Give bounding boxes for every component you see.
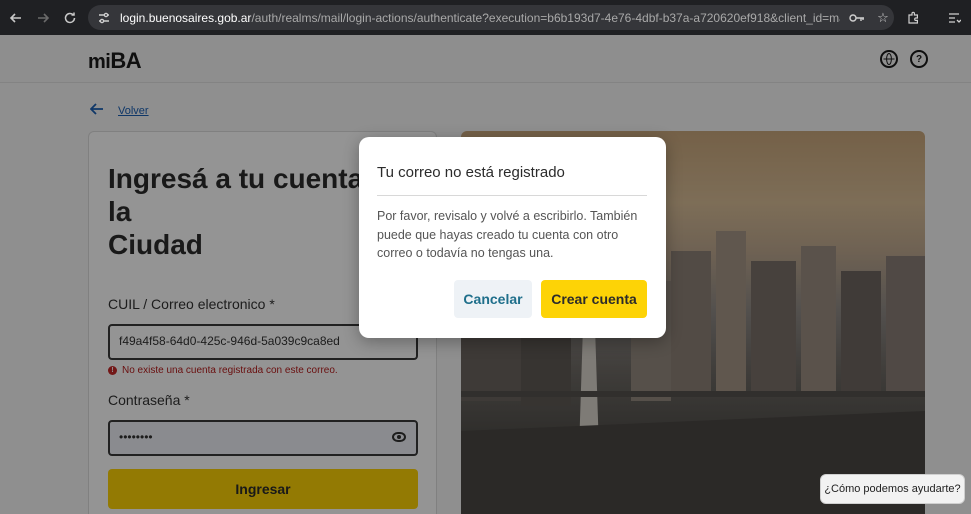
url-text: login.buenosaires.gob.ar/auth/realms/mai…: [120, 11, 840, 25]
cancel-button[interactable]: Cancelar: [454, 280, 532, 318]
url-path: /auth/realms/mail/login-actions/authenti…: [251, 10, 840, 25]
address-bar[interactable]: login.buenosaires.gob.ar/auth/realms/mai…: [88, 5, 894, 30]
browser-toolbar: login.buenosaires.gob.ar/auth/realms/mai…: [0, 0, 971, 35]
back-nav-icon[interactable]: [5, 7, 27, 29]
email-not-registered-dialog: Tu correo no está registrado Por favor, …: [359, 137, 666, 338]
site-info-icon[interactable]: [96, 10, 112, 26]
help-chat-button[interactable]: ¿Cómo podemos ayudarte?: [820, 474, 965, 504]
password-key-icon[interactable]: [848, 9, 866, 27]
forward-nav-icon[interactable]: [32, 7, 54, 29]
dialog-divider: [377, 195, 647, 196]
bookmark-star-icon[interactable]: ☆: [874, 9, 892, 27]
reload-icon[interactable]: [59, 7, 81, 29]
url-host: login.buenosaires.gob.ar: [120, 10, 252, 25]
dialog-title: Tu correo no está registrado: [377, 164, 565, 181]
reading-list-icon[interactable]: [944, 8, 964, 28]
create-account-button[interactable]: Crear cuenta: [541, 280, 647, 318]
dialog-body: Por favor, revisalo y volvé a escribirlo…: [377, 209, 638, 260]
extensions-icon[interactable]: [903, 8, 923, 28]
